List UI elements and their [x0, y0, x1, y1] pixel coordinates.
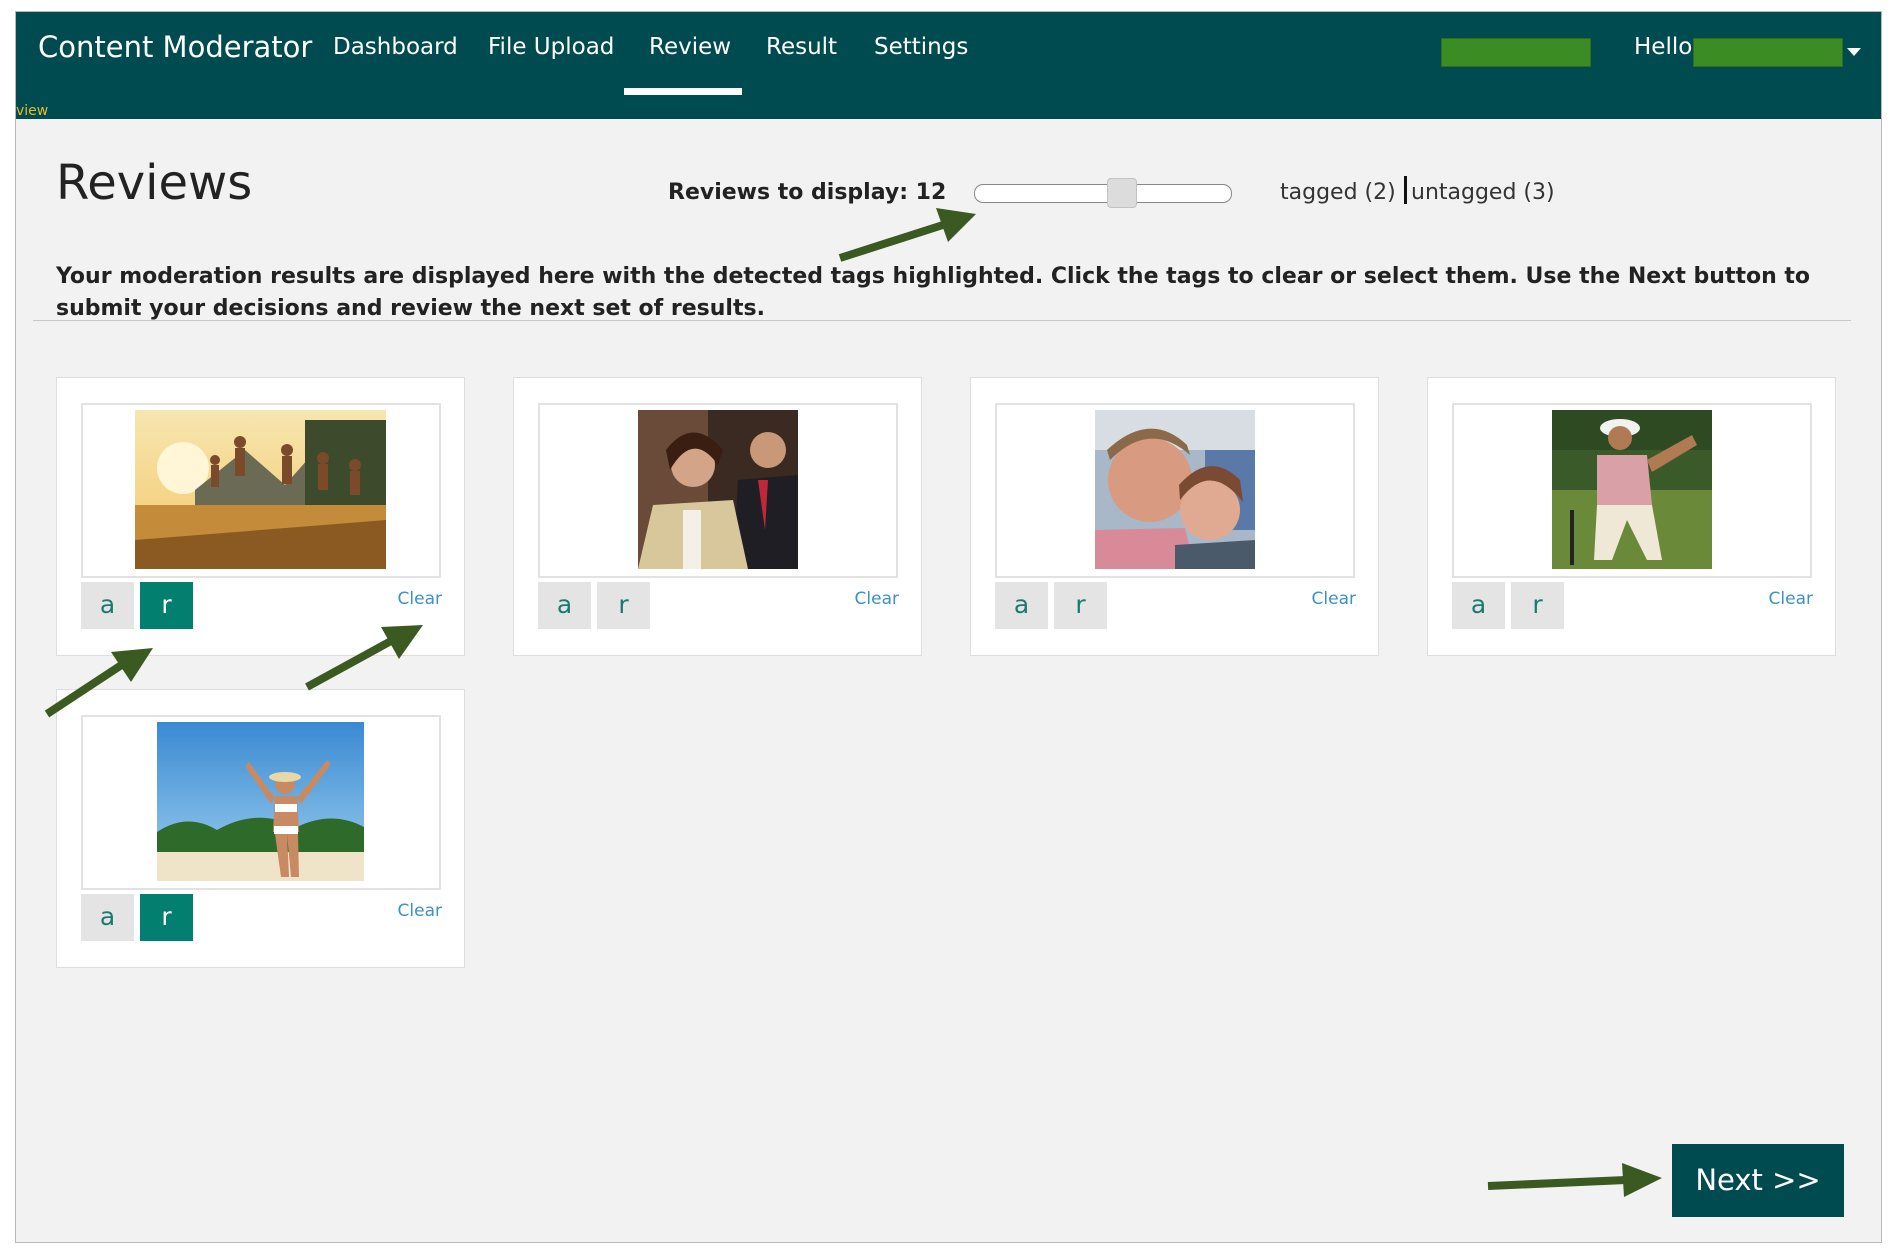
filter-tagged[interactable]: tagged (2): [1280, 180, 1396, 205]
filter-untagged[interactable]: untagged (3): [1411, 180, 1555, 205]
user-menu-chevron-down-icon[interactable]: [1847, 48, 1861, 56]
nav-review[interactable]: Review: [649, 34, 731, 60]
page-title: Reviews: [56, 155, 253, 211]
image-thumbnail-frame: [538, 403, 898, 578]
review-card: a r Clear: [513, 377, 922, 656]
clear-link[interactable]: Clear: [398, 901, 442, 921]
review-image[interactable]: [135, 410, 386, 569]
review-image[interactable]: [157, 722, 364, 881]
tag-a-button[interactable]: a: [81, 582, 134, 629]
top-navigation-bar: Content Moderator Dashboard File Upload …: [16, 12, 1881, 119]
tag-r-button[interactable]: r: [1511, 582, 1564, 629]
nav-file-upload[interactable]: File Upload: [488, 34, 614, 60]
filter-separator: [1404, 176, 1407, 204]
clear-link[interactable]: Clear: [398, 589, 442, 609]
next-button[interactable]: Next >>: [1672, 1144, 1844, 1217]
reviews-slider-track[interactable]: [974, 184, 1232, 203]
divider: [33, 320, 1851, 321]
image-thumbnail-frame: [81, 715, 441, 890]
reviews-slider-handle[interactable]: [1107, 178, 1137, 208]
review-card: a r Clear: [56, 689, 465, 968]
nav-result[interactable]: Result: [766, 34, 837, 60]
tag-a-button[interactable]: a: [1452, 582, 1505, 629]
greeting-text: Hello: [1634, 34, 1693, 60]
image-thumbnail-frame: [995, 403, 1355, 578]
tag-a-button[interactable]: a: [538, 582, 591, 629]
clear-link[interactable]: Clear: [855, 589, 899, 609]
review-image[interactable]: [1552, 410, 1712, 569]
tag-a-button[interactable]: a: [995, 582, 1048, 629]
nav-settings[interactable]: Settings: [874, 34, 968, 60]
review-card: a r Clear: [1427, 377, 1836, 656]
annotation-arrow-icon: [838, 208, 976, 262]
app-window: Content Moderator Dashboard File Upload …: [15, 11, 1882, 1243]
image-thumbnail-frame: [81, 403, 441, 578]
view-link[interactable]: view: [16, 104, 48, 118]
annotation-arrow-icon: [44, 648, 153, 718]
tag-r-button[interactable]: r: [140, 894, 193, 941]
tag-r-button[interactable]: r: [597, 582, 650, 629]
redacted-field: [1441, 38, 1591, 67]
annotation-arrow-icon: [1487, 1163, 1662, 1197]
tag-r-button[interactable]: r: [140, 582, 193, 629]
redacted-username: [1693, 38, 1843, 67]
active-nav-indicator: [624, 88, 742, 95]
tag-r-button[interactable]: r: [1054, 582, 1107, 629]
annotation-arrow-icon: [305, 625, 423, 691]
clear-link[interactable]: Clear: [1769, 589, 1813, 609]
brand-title: Content Moderator: [38, 30, 313, 64]
review-card: a r Clear: [56, 377, 465, 656]
image-thumbnail-frame: [1452, 403, 1812, 578]
nav-dashboard[interactable]: Dashboard: [333, 34, 458, 60]
review-image[interactable]: [638, 410, 798, 569]
review-card: a r Clear: [970, 377, 1379, 656]
tag-a-button[interactable]: a: [81, 894, 134, 941]
review-image[interactable]: [1095, 410, 1255, 569]
clear-link[interactable]: Clear: [1312, 589, 1356, 609]
